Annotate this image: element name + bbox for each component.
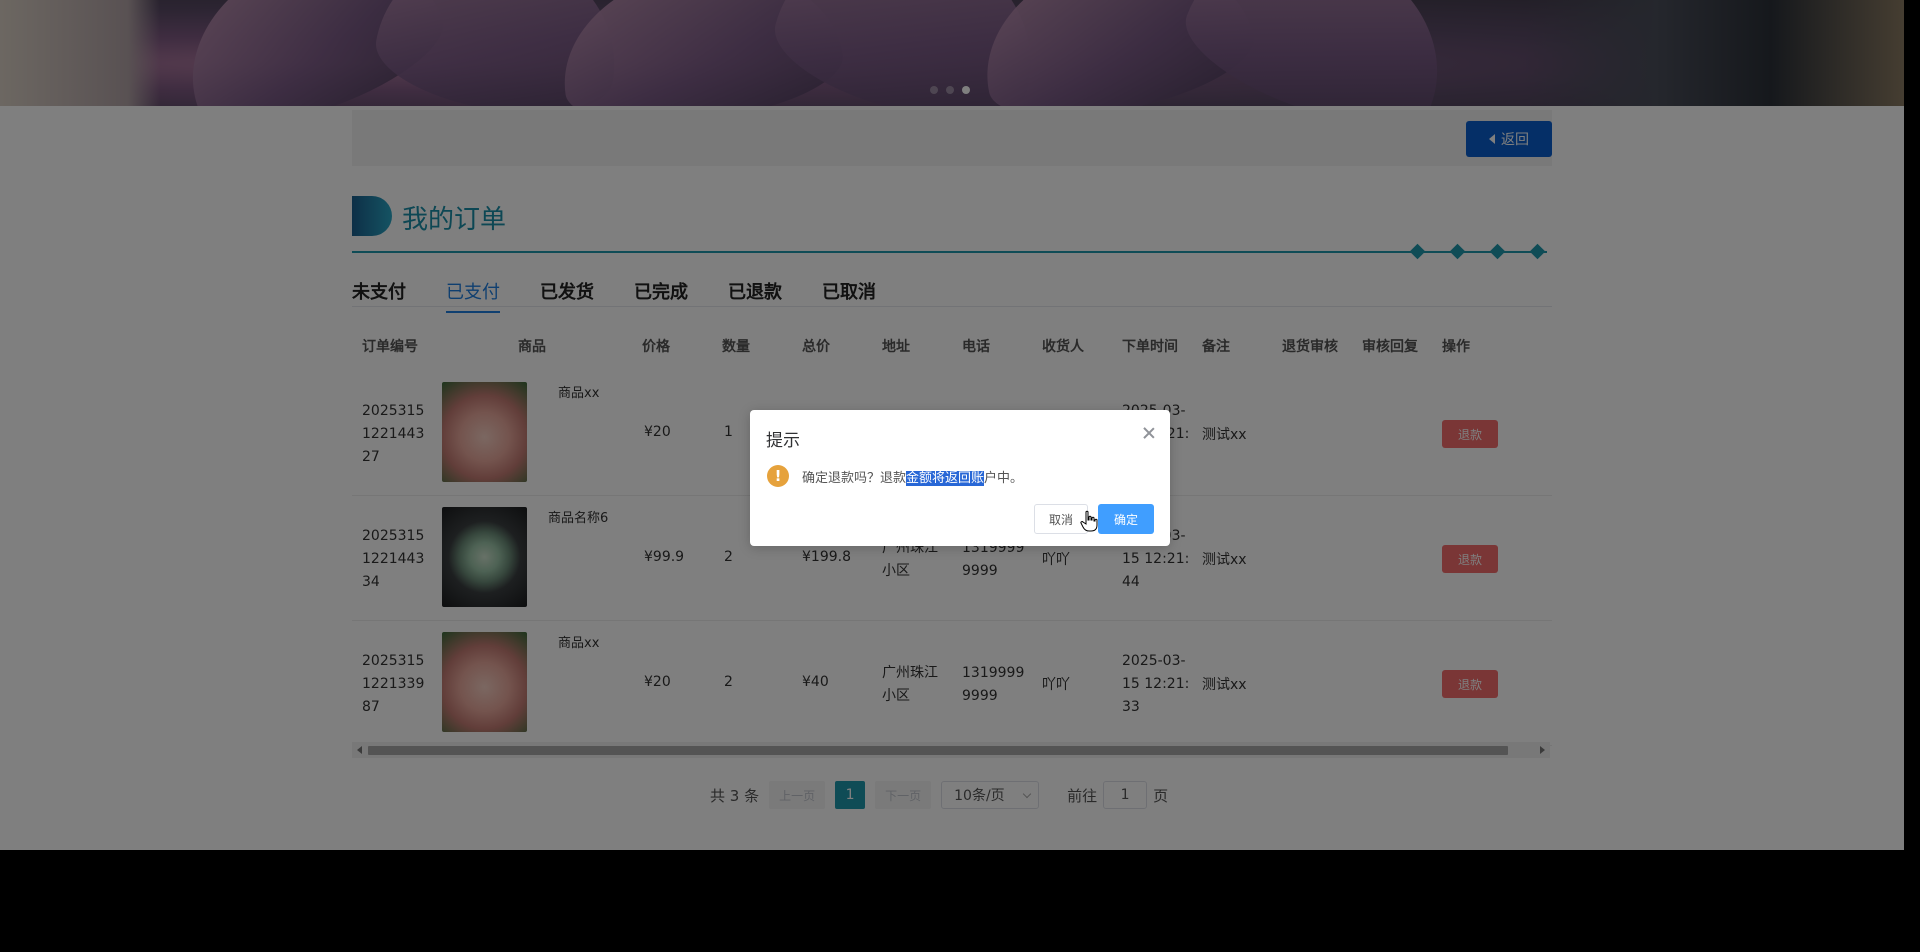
confirm-dialog: 提示 ! 确定退款吗？退款金额将返回账户中。 取消 确定: [750, 410, 1170, 546]
selected-text: 金额将返回账: [906, 471, 985, 486]
hand-cursor-icon: [1080, 510, 1098, 532]
close-icon[interactable]: [1142, 426, 1156, 440]
confirm-button[interactable]: 确定: [1098, 504, 1154, 534]
warning-icon: !: [767, 465, 789, 487]
dialog-message: 确定退款吗？退款金额将返回账户中。: [802, 471, 1024, 486]
dialog-title: 提示: [766, 431, 800, 451]
